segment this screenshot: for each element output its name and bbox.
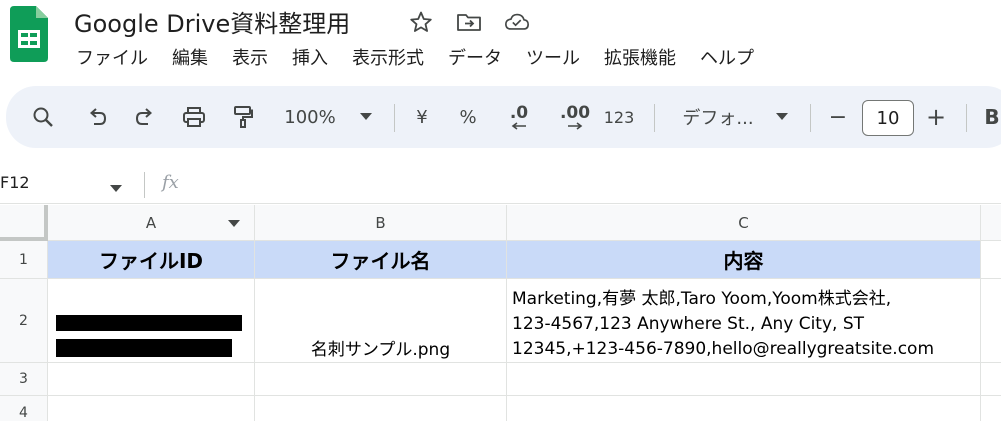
sheets-logo-icon[interactable] [10, 6, 48, 62]
cell-b3[interactable] [255, 363, 507, 396]
print-icon[interactable] [178, 86, 210, 148]
decrease-font-size-button[interactable]: − [826, 86, 850, 148]
row-header-2[interactable]: 2 [0, 279, 48, 363]
redaction-bar [56, 315, 242, 331]
cell-c3[interactable] [507, 363, 981, 396]
chevron-down-icon[interactable] [110, 178, 122, 197]
column-header-d[interactable] [981, 205, 1001, 241]
header-file-id: ファイルID [98, 249, 204, 273]
currency-label: ¥ [416, 106, 428, 128]
content-line: Marketing,有夢 太郎,Taro Yoom,Yoom株式会社, [512, 289, 892, 309]
menu-insert[interactable]: 挿入 [292, 44, 328, 70]
menu-view[interactable]: 表示 [232, 44, 268, 70]
cloud-saved-icon[interactable] [504, 9, 530, 35]
formula-divider [144, 172, 145, 198]
row-label: 4 [19, 404, 28, 421]
minus-icon: − [828, 104, 848, 130]
number-format-label: 123 [603, 107, 635, 127]
toolbar-divider [810, 104, 811, 132]
cell-d2[interactable] [981, 279, 1001, 363]
cell-b4[interactable] [255, 396, 507, 421]
header-content: 内容 [723, 249, 764, 273]
cell-b2[interactable]: 名刺サンプル.png [255, 279, 507, 363]
cell-c2[interactable]: Marketing,有夢 太郎,Taro Yoom,Yoom株式会社, 123-… [507, 279, 981, 363]
undo-icon[interactable] [82, 86, 112, 148]
number-format-button[interactable]: 123 [602, 86, 636, 148]
zoom-value: 100% [284, 106, 336, 128]
toolbar-divider [394, 104, 395, 132]
star-icon[interactable] [408, 9, 434, 35]
row-label: 2 [19, 312, 28, 329]
arrow-right-icon [568, 121, 583, 130]
cell-d4[interactable] [981, 396, 1001, 421]
arrow-left-icon [511, 121, 526, 130]
document-title[interactable]: Google Drive資料整理用 [74, 4, 350, 39]
menu-tools[interactable]: ツール [526, 44, 580, 70]
cell-a4[interactable] [48, 396, 255, 421]
content-line: 12345,+123-456-7890,hello@reallygreatsit… [512, 339, 935, 359]
column-header-a[interactable]: A [48, 205, 255, 241]
cell-a1[interactable]: ファイルID [48, 241, 255, 279]
row-header-3[interactable]: 3 [0, 363, 48, 396]
row-header-4[interactable]: 4 [0, 396, 48, 421]
column-label: C [738, 213, 749, 232]
column-header-b[interactable]: B [255, 205, 507, 241]
search-icon[interactable] [28, 86, 58, 148]
row-label: 1 [19, 251, 28, 268]
chevron-down-icon[interactable] [228, 220, 240, 228]
column-label: A [145, 213, 157, 232]
cell-b1[interactable]: ファイル名 [255, 241, 507, 279]
header-file-name: ファイル名 [330, 249, 431, 273]
increase-decimal-button[interactable]: .00 [556, 86, 594, 148]
plus-icon: + [925, 103, 947, 131]
menu-extensions[interactable]: 拡張機能 [604, 44, 676, 70]
font-size-value: 10 [876, 107, 900, 129]
menu-edit[interactable]: 編集 [172, 44, 208, 70]
toolbar-divider [654, 104, 655, 132]
chevron-down-icon[interactable] [772, 86, 792, 148]
file-name-value: 名刺サンプル.png [310, 340, 451, 360]
formula-bar: F12 fx [0, 166, 1001, 204]
menu-data[interactable]: データ [448, 44, 502, 70]
font-family-select[interactable]: デフォ... [670, 86, 766, 148]
increase-font-size-button[interactable]: + [924, 86, 948, 148]
toolbar: 100% ¥ % .0 .00 123 デフォ... − 10 + B [6, 86, 1001, 148]
name-box[interactable]: F12 [0, 173, 30, 192]
row-header-1[interactable]: 1 [0, 241, 48, 279]
select-all-corner[interactable] [0, 205, 48, 241]
menu-format[interactable]: 表示形式 [352, 44, 424, 70]
cell-a2[interactable] [48, 279, 255, 363]
percent-label: % [459, 106, 477, 128]
content-line: 123-4567,123 Anywhere St., Any City, ST [512, 314, 865, 334]
cell-a3[interactable] [48, 363, 255, 396]
zoom-select[interactable]: 100% [274, 86, 346, 148]
cell-c1[interactable]: 内容 [507, 241, 981, 279]
percent-format-button[interactable]: % [454, 86, 482, 148]
decrease-decimal-button[interactable]: .0 [502, 86, 536, 148]
fx-icon: fx [162, 172, 179, 193]
menu-bar: ファイル 編集 表示 挿入 表示形式 データ ツール 拡張機能 ヘルプ [76, 44, 778, 70]
menu-help[interactable]: ヘルプ [700, 44, 754, 70]
column-header-c[interactable]: C [507, 205, 981, 241]
toolbar-divider [966, 104, 967, 132]
font-family-value: デフォ... [682, 108, 754, 129]
redaction-bar [56, 339, 232, 357]
column-label: B [375, 213, 386, 232]
font-size-input[interactable]: 10 [862, 100, 914, 136]
move-folder-icon[interactable] [456, 9, 482, 35]
decrease-decimal-label: .0 [509, 102, 529, 123]
row-label: 3 [19, 371, 28, 387]
bold-button[interactable]: B [982, 86, 1001, 148]
chevron-down-icon[interactable] [356, 86, 376, 148]
cell-d3[interactable] [981, 363, 1001, 396]
increase-decimal-label: .00 [559, 102, 591, 123]
paint-format-icon[interactable] [228, 86, 258, 148]
cell-d1[interactable] [981, 241, 1001, 279]
redo-icon[interactable] [130, 86, 160, 148]
cell-c4[interactable] [507, 396, 981, 421]
menu-file[interactable]: ファイル [76, 44, 148, 70]
currency-format-button[interactable]: ¥ [408, 86, 436, 148]
bold-label: B [984, 105, 1000, 129]
